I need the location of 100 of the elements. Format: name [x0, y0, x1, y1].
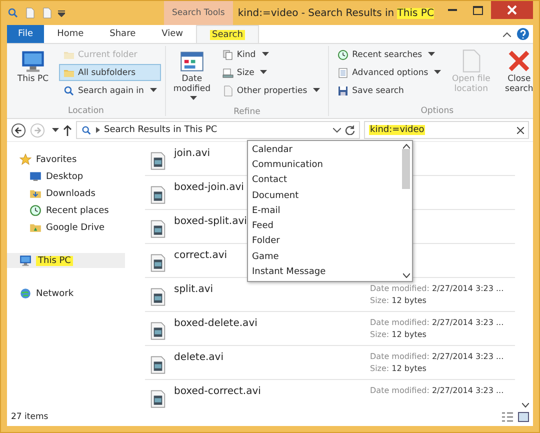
- collapse-ribbon-icon[interactable]: [503, 32, 511, 36]
- group-label: Location: [66, 106, 105, 116]
- date-modified: Date modified: 2/27/2014 3:23 ...: [370, 284, 505, 293]
- ribbon-button[interactable]: Size: [218, 64, 324, 81]
- video-file-icon: [148, 287, 168, 307]
- ribbon-button[interactable]: Kind: [218, 46, 324, 63]
- ribbon-button[interactable]: Date modified: [170, 46, 214, 107]
- sidebar-item[interactable]: Desktop: [7, 169, 125, 184]
- sidebar-item[interactable]: Network: [7, 286, 125, 301]
- caret-icon: [190, 96, 197, 102]
- list-icon: [337, 66, 350, 78]
- item-count: 27 items: [11, 412, 48, 422]
- documents-icon: [222, 48, 234, 60]
- ribbon-button[interactable]: This PC: [11, 46, 55, 106]
- tiles-view-icon[interactable]: [518, 412, 529, 422]
- video-file-icon: [148, 185, 168, 205]
- dropdown-item[interactable]: Feed: [248, 218, 400, 234]
- monitor-icon: [29, 170, 42, 183]
- video-file-icon: [148, 355, 168, 375]
- ribbon-button[interactable]: Recent searches: [333, 46, 446, 63]
- search-field[interactable]: kind:=video: [364, 121, 529, 139]
- scrollbar-thumb[interactable]: [402, 149, 410, 189]
- sidebar-item[interactable]: Recent places: [7, 203, 125, 218]
- star-icon: [19, 153, 32, 166]
- file-name[interactable]: boxed-correct.avi: [171, 386, 370, 408]
- clock-icon: [337, 48, 350, 60]
- monitor-icon: [19, 254, 32, 267]
- sidebar-item[interactable]: Google Drive: [7, 220, 125, 235]
- file-menu-tab[interactable]: File: [7, 25, 44, 43]
- group-label: Refine: [232, 106, 262, 117]
- document-icon: [41, 7, 53, 19]
- ribbon-tab[interactable]: Share: [96, 25, 149, 43]
- ribbon-tab[interactable]: View: [148, 25, 196, 43]
- file-name[interactable]: boxed-delete.avi: [171, 318, 370, 345]
- context-tab-label: Search Tools: [164, 1, 233, 25]
- scroll-down-icon[interactable]: [402, 273, 410, 278]
- history-dropdown-icon[interactable]: [333, 128, 341, 132]
- scroll-up-icon[interactable]: [402, 144, 410, 149]
- dropdown-item[interactable]: Game: [248, 249, 400, 264]
- minimize-icon: [448, 9, 456, 11]
- date-modified: Date modified: 2/27/2014 3:23 ...: [370, 386, 505, 395]
- ribbon-button[interactable]: Other properties: [218, 82, 324, 99]
- address-field[interactable]: Search Results in This PC: [76, 121, 360, 139]
- file-name[interactable]: delete.avi: [171, 352, 370, 379]
- close-button[interactable]: [491, 1, 533, 19]
- sidebar-item[interactable]: Favorites: [7, 152, 125, 167]
- caret-icon: [262, 52, 269, 57]
- video-file-icon: [148, 219, 168, 239]
- caret-icon: [150, 88, 157, 93]
- caret-icon: [313, 88, 320, 93]
- date-modified: Date modified: 2/27/2014 3:23 ...: [370, 352, 505, 361]
- maximize-icon: [473, 6, 483, 14]
- refresh-icon[interactable]: [345, 125, 355, 135]
- up-arrow-icon[interactable]: [63, 124, 72, 136]
- search-icon: [63, 84, 75, 96]
- video-file-icon: [148, 321, 168, 341]
- search-icon: [81, 124, 92, 136]
- video-file-icon: [148, 389, 168, 408]
- dropdown-item[interactable]: Calendar: [248, 142, 400, 158]
- ribbon-tab[interactable]: Home: [44, 25, 97, 43]
- dropdown-item[interactable]: Instant Message: [248, 264, 400, 280]
- dropdown-item[interactable]: Contact: [248, 172, 400, 188]
- file-size: Size: 12 bytes: [370, 330, 428, 339]
- customize-caret-icon[interactable]: [58, 10, 65, 16]
- chevron-icon: [96, 127, 100, 133]
- video-file-icon: [148, 151, 168, 171]
- globe-icon: [19, 287, 32, 300]
- file-size: Size: 12 bytes: [370, 296, 428, 305]
- document-icon: [222, 84, 234, 96]
- back-button[interactable]: [11, 122, 26, 138]
- file-name[interactable]: split.avi: [171, 284, 370, 311]
- window-title: kind:=video - Search Results in This PC: [236, 8, 435, 18]
- caret-icon: [434, 70, 442, 75]
- document-icon: [24, 7, 36, 19]
- close-icon: [507, 5, 517, 15]
- search-icon: [7, 7, 19, 19]
- sidebar-item[interactable]: This PC: [7, 253, 125, 268]
- dropdown-item[interactable]: Document: [248, 188, 400, 204]
- breadcrumb[interactable]: Search Results in This PC: [104, 125, 329, 135]
- details-view-icon[interactable]: [502, 412, 513, 422]
- caret-icon: [428, 52, 436, 57]
- scroll-down-icon[interactable]: [522, 403, 528, 408]
- sidebar-item[interactable]: Downloads: [7, 186, 125, 201]
- ribbon-button[interactable]: Close search: [497, 46, 540, 106]
- dropdown-item[interactable]: E-mail: [248, 203, 400, 218]
- group-label: Options: [420, 106, 455, 116]
- ribbon-button[interactable]: Save search: [333, 82, 446, 99]
- ribbon-button[interactable]: Advanced options: [333, 64, 446, 81]
- date-modified: Date modified: 2/27/2014 3:23 ...: [370, 318, 505, 327]
- clock-icon: [29, 204, 42, 217]
- ribbon-tab[interactable]: Search: [196, 25, 259, 43]
- help-icon[interactable]: [517, 28, 529, 40]
- drive-icon: [222, 66, 234, 78]
- ribbon-button[interactable]: All subfolders: [59, 64, 161, 81]
- file-size: Size: 12 bytes: [370, 364, 428, 373]
- clear-icon[interactable]: [517, 126, 524, 134]
- dropdown-item[interactable]: Communication: [248, 157, 400, 173]
- ribbon-button[interactable]: Search again in: [59, 82, 161, 99]
- video-file-icon: [148, 253, 168, 273]
- dropdown-item[interactable]: Folder: [248, 234, 400, 250]
